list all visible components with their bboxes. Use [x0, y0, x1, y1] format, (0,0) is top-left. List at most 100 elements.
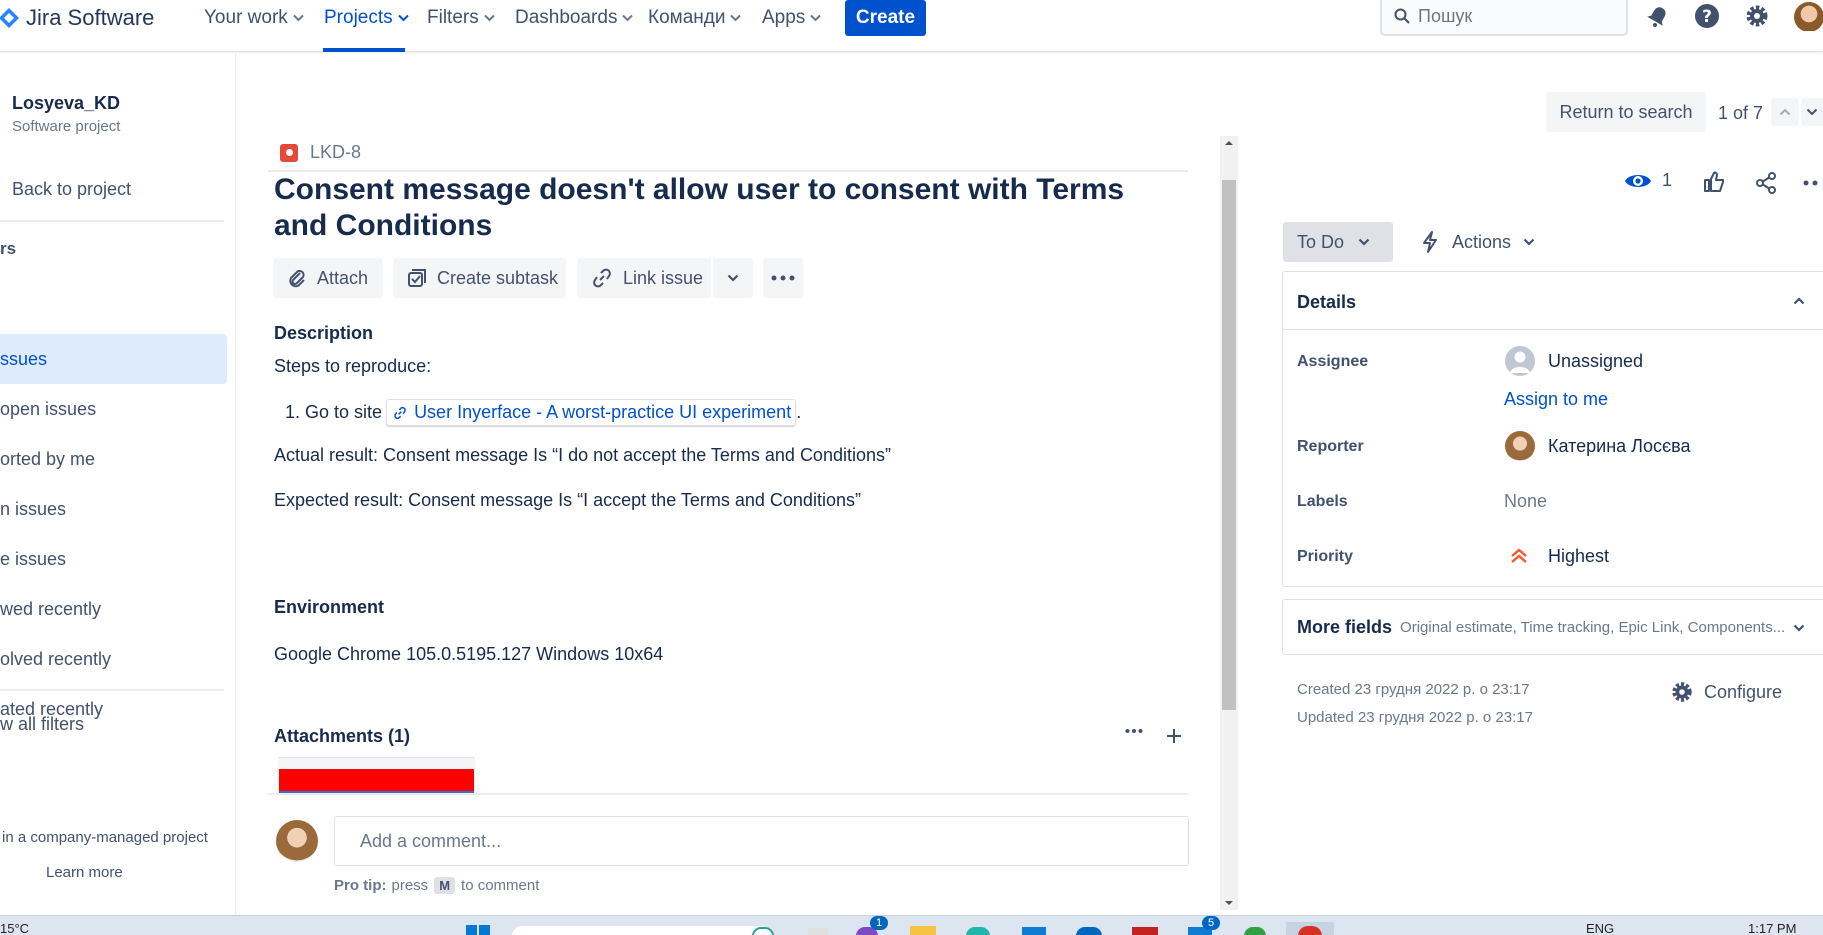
share-button[interactable]	[1754, 171, 1778, 195]
back-to-project-link[interactable]: Back to project	[12, 179, 131, 200]
search-icon	[1394, 8, 1410, 24]
taskbar-app-icon[interactable]	[808, 928, 828, 935]
project-name[interactable]: Losyeva_KD	[12, 93, 120, 114]
chevron-up-icon	[1779, 108, 1791, 116]
smart-link[interactable]: User Inyerface - A worst-practice UI exp…	[386, 399, 797, 426]
more-actions-button[interactable]	[763, 258, 803, 298]
input-language[interactable]: ENG	[1586, 921, 1614, 935]
next-issue-button[interactable]	[1801, 98, 1823, 126]
sidebar-filter-reported-by-me[interactable]: orted by me	[0, 449, 95, 470]
taskbar-app-icon[interactable]	[910, 926, 936, 935]
taskbar-search[interactable]	[512, 926, 772, 935]
taskbar-app-icon[interactable]	[1132, 927, 1158, 935]
taskbar-app-icon[interactable]	[966, 927, 990, 935]
link-issue-button[interactable]: Link issue	[577, 258, 711, 298]
step-1-suffix: .	[796, 402, 802, 422]
chevron-down-icon	[1523, 238, 1535, 246]
details-header[interactable]: Details	[1283, 272, 1823, 330]
more-fields-panel[interactable]: More fields Original estimate, Time trac…	[1282, 599, 1823, 655]
labels-value[interactable]: None	[1504, 491, 1547, 512]
priority-value[interactable]: Highest	[1548, 546, 1609, 567]
nav-projects[interactable]: Projects	[324, 0, 409, 36]
start-button[interactable]	[465, 924, 491, 935]
nav-filters[interactable]: Filters	[427, 0, 495, 36]
nav-dashboards[interactable]: Dashboards	[515, 0, 634, 36]
watch-button[interactable]: 1	[1624, 170, 1672, 191]
sidebar-filter-open-issues-2[interactable]: n issues	[0, 499, 66, 520]
nav-teams[interactable]: Команди	[648, 0, 742, 36]
assign-to-me-link[interactable]: Assign to me	[1504, 389, 1608, 410]
system-clock[interactable]: 1:17 PM	[1748, 921, 1796, 935]
labels-label: Labels	[1297, 493, 1348, 510]
eye-icon	[1625, 174, 1651, 187]
scroll-up-arrow-icon[interactable]	[1220, 136, 1238, 150]
status-dropdown[interactable]: To Do	[1283, 222, 1393, 262]
comment-box[interactable]: Add a comment...	[334, 816, 1189, 866]
chevron-down-icon	[1806, 108, 1818, 116]
assignee-label: Assignee	[1297, 353, 1369, 370]
attachments-more-button[interactable]	[1125, 728, 1143, 734]
nav-dashboards-label: Dashboards	[515, 7, 618, 28]
sidebar-filter-all-issues[interactable]: ssues	[0, 349, 47, 370]
sidebar-filter-open-issues[interactable]: open issues	[0, 399, 96, 420]
chevron-down-icon	[397, 14, 409, 22]
issue-more-button[interactable]	[1803, 180, 1823, 186]
taskbar-app-icon[interactable]	[1076, 927, 1102, 935]
create-button[interactable]: Create	[845, 0, 926, 36]
divider	[0, 220, 224, 222]
jira-logo[interactable]: Jira Software	[0, 0, 154, 36]
scrollbar-thumb[interactable]	[1222, 180, 1236, 710]
search-input[interactable]	[1418, 5, 1608, 27]
assignee-value[interactable]: Unassigned	[1548, 351, 1643, 372]
comment-avatar	[276, 820, 318, 862]
details-heading: Details	[1297, 292, 1357, 312]
taskbar-app-icon-active[interactable]	[1286, 922, 1334, 935]
view-all-filters-link[interactable]: w all filters	[0, 714, 84, 735]
steps-heading: Steps to reproduce:	[274, 356, 432, 376]
previous-issue-button[interactable]	[1771, 98, 1799, 126]
notifications-button[interactable]	[1646, 4, 1670, 28]
help-button[interactable]: ?	[1694, 3, 1720, 29]
vote-button[interactable]	[1702, 170, 1726, 194]
taskbar-app-icon[interactable]	[1244, 927, 1266, 935]
settings-button[interactable]	[1744, 3, 1770, 29]
sidebar-filter-done-issues[interactable]: e issues	[0, 549, 66, 570]
nav-apps[interactable]: Apps	[762, 0, 822, 36]
create-subtask-button[interactable]: Create subtask	[393, 258, 566, 298]
issue-title[interactable]: Consent message doesn't allow user to co…	[274, 172, 1174, 244]
reporter-value[interactable]: Катерина Лосєва	[1548, 436, 1691, 457]
link-issue-dropdown-button[interactable]	[713, 258, 753, 298]
updated-date: Updated 23 грудня 2022 р. о 23:17	[1297, 709, 1533, 726]
scroll-down-arrow-icon[interactable]	[1220, 896, 1238, 910]
create-subtask-label: Create subtask	[437, 267, 559, 288]
search-box[interactable]	[1380, 0, 1628, 36]
profile-avatar[interactable]	[1794, 2, 1823, 31]
nav-your-work-label: Your work	[204, 7, 288, 28]
bug-icon	[280, 143, 298, 162]
more-fields-hint: Original estimate, Time tracking, Epic L…	[1400, 618, 1786, 636]
gear-icon	[1672, 682, 1692, 702]
taskbar-app-icon[interactable]	[1022, 927, 1046, 935]
plus-icon	[1167, 729, 1181, 743]
actions-dropdown[interactable]: Actions	[1420, 222, 1535, 262]
more-horizontal-icon	[1803, 180, 1818, 186]
sidebar-filter-resolved-recently[interactable]: olved recently	[0, 649, 111, 670]
description-heading: Description	[274, 323, 374, 343]
pager-text: 1 of 7	[1718, 103, 1764, 123]
environment-heading: Environment	[274, 597, 385, 617]
taskbar-app-icon[interactable]	[752, 927, 774, 935]
attachment-thumbnail[interactable]	[278, 757, 475, 793]
sidebar-filter-viewed-recently[interactable]: wed recently	[0, 599, 101, 620]
configure-button[interactable]: Configure	[1670, 680, 1782, 704]
actions-label: Actions	[1452, 231, 1512, 252]
link-issue-label: Link issue	[623, 267, 704, 288]
sidebar: Losyeva_KD Software project Back to proj…	[0, 53, 236, 915]
return-to-search-label: Return to search	[1559, 101, 1693, 122]
created-date: Created 23 грудня 2022 р. о 23:17	[1297, 681, 1530, 698]
nav-your-work[interactable]: Your work	[204, 0, 304, 36]
return-to-search-button[interactable]: Return to search	[1546, 92, 1706, 132]
learn-more-link[interactable]: Learn more	[46, 864, 123, 881]
attach-button[interactable]: Attach	[273, 258, 383, 298]
issue-key-breadcrumb[interactable]: LKD-8	[280, 142, 361, 163]
add-attachment-button[interactable]	[1165, 727, 1183, 745]
